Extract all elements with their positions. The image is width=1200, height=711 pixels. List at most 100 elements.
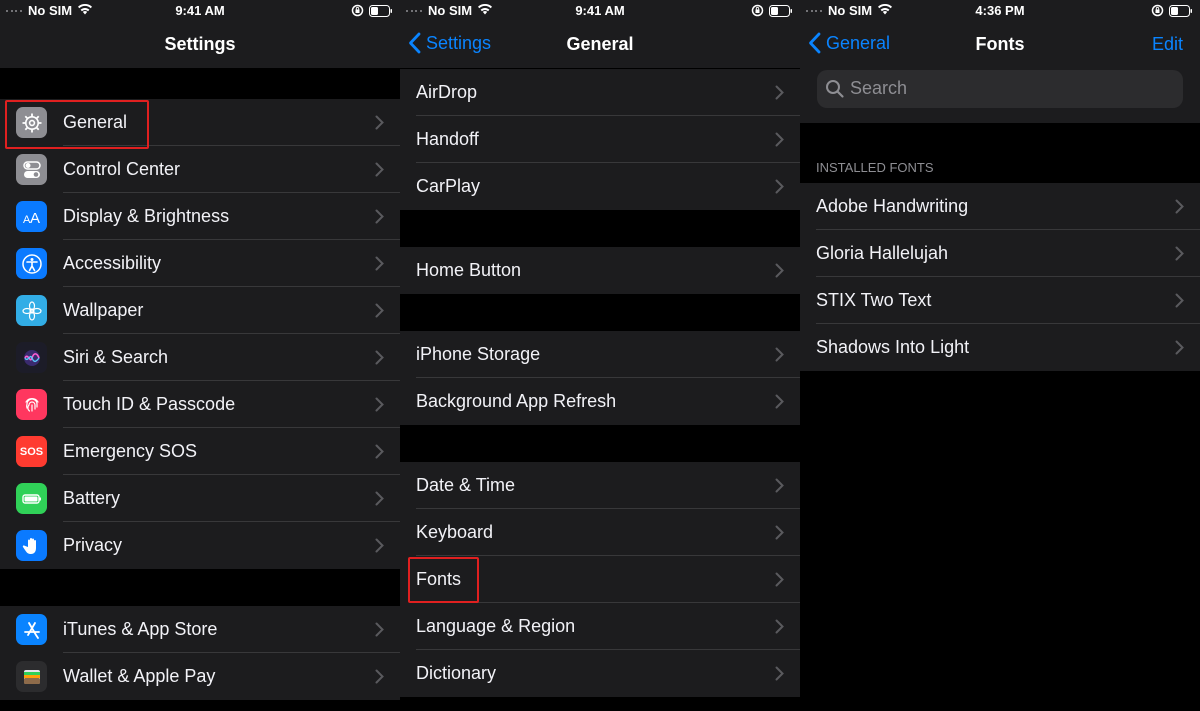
row-label: Handoff xyxy=(416,129,479,149)
font-name: Gloria Hallelujah xyxy=(816,243,949,263)
row-label: Battery xyxy=(63,488,121,508)
settings-row-control-center[interactable]: Control Center xyxy=(0,146,400,193)
chevron-right-icon xyxy=(375,209,384,224)
edit-button[interactable]: Edit xyxy=(1152,34,1183,55)
row-label: Touch ID & Passcode xyxy=(63,394,236,414)
row-label: Wallpaper xyxy=(63,300,144,320)
settings-group-main: General Control Center AA Display & Brig… xyxy=(0,99,400,569)
sos-icon: SOS xyxy=(16,436,47,467)
settings-row-wallet[interactable]: Wallet & Apple Pay xyxy=(0,653,400,700)
chevron-right-icon xyxy=(775,85,784,100)
fonts-screen: No SIM 4:36 PM General Fonts Edit Search… xyxy=(800,0,1200,711)
font-name: Adobe Handwriting xyxy=(816,196,969,216)
font-row[interactable]: Adobe Handwriting xyxy=(800,183,1200,230)
settings-row-battery[interactable]: Battery xyxy=(0,475,400,522)
settings-screen: No SIM 9:41 AM Settings General Control … xyxy=(0,0,400,711)
status-bar: No SIM 9:41 AM xyxy=(0,3,400,21)
search-input[interactable]: Search xyxy=(817,70,1183,108)
row-label: iPhone Storage xyxy=(416,344,541,364)
general-row-home-button[interactable]: Home Button xyxy=(400,247,800,294)
general-row-handoff[interactable]: Handoff xyxy=(400,116,800,163)
font-row[interactable]: Gloria Hallelujah xyxy=(800,230,1200,277)
font-row[interactable]: STIX Two Text xyxy=(800,277,1200,324)
settings-row-emergency-sos[interactable]: SOS Emergency SOS xyxy=(0,428,400,475)
row-label: Privacy xyxy=(63,535,123,555)
row-label: Control Center xyxy=(63,159,181,179)
battery-status-icon xyxy=(369,5,392,17)
chevron-right-icon xyxy=(375,491,384,506)
general-row-iphone-storage[interactable]: iPhone Storage xyxy=(400,331,800,378)
general-row-language-region[interactable]: Language & Region xyxy=(400,603,800,650)
chevron-right-icon xyxy=(375,538,384,553)
status-time: 9:41 AM xyxy=(175,3,225,18)
general-row-dictionary[interactable]: Dictionary xyxy=(400,650,800,697)
accessibility-icon xyxy=(16,248,47,279)
general-group-storage: iPhone Storage Background App Refresh xyxy=(400,331,800,425)
general-group-sharing: AirDrop Handoff CarPlay xyxy=(400,69,800,210)
rotation-lock-icon xyxy=(751,4,764,17)
general-row-background-refresh[interactable]: Background App Refresh xyxy=(400,378,800,425)
highlight-box-general xyxy=(5,100,149,149)
row-label: Emergency SOS xyxy=(63,441,198,461)
settings-row-siri-search[interactable]: Siri & Search xyxy=(0,334,400,381)
row-label: Accessibility xyxy=(63,253,162,273)
chevron-right-icon xyxy=(375,622,384,637)
settings-row-accessibility[interactable]: Accessibility xyxy=(0,240,400,287)
siri-icon xyxy=(16,342,47,373)
settings-row-itunes-app-store[interactable]: iTunes & App Store xyxy=(0,606,400,653)
chevron-right-icon xyxy=(375,303,384,318)
installed-fonts-list: Adobe Handwriting Gloria Hallelujah STIX… xyxy=(800,183,1200,371)
sos-badge-text: SOS xyxy=(19,445,44,458)
status-bar: No SIM 4:36 PM xyxy=(800,3,1200,21)
settings-row-privacy[interactable]: Privacy xyxy=(0,522,400,569)
chevron-right-icon xyxy=(375,350,384,365)
row-label: Wallet & Apple Pay xyxy=(63,666,216,686)
general-group-home: Home Button xyxy=(400,247,800,294)
row-label: Dictionary xyxy=(416,663,497,683)
chevron-right-icon xyxy=(1175,246,1184,261)
settings-row-touch-id[interactable]: Touch ID & Passcode xyxy=(0,381,400,428)
status-time: 9:41 AM xyxy=(575,3,625,18)
fingerprint-icon xyxy=(16,389,47,420)
hand-icon xyxy=(16,530,47,561)
chevron-right-icon xyxy=(775,478,784,493)
general-row-carplay[interactable]: CarPlay xyxy=(400,163,800,210)
general-screen: No SIM 9:41 AM Settings General AirDrop … xyxy=(400,0,800,711)
chevron-right-icon xyxy=(1175,293,1184,308)
row-label: iTunes & App Store xyxy=(63,619,218,639)
battery-status-icon xyxy=(1169,5,1192,17)
settings-row-display-brightness[interactable]: AA Display & Brightness xyxy=(0,193,400,240)
page-title: Fonts xyxy=(975,34,1025,54)
chevron-right-icon xyxy=(375,162,384,177)
row-label: CarPlay xyxy=(416,176,481,196)
row-label: Display & Brightness xyxy=(63,206,230,226)
row-label: AirDrop xyxy=(416,82,478,102)
search-placeholder: Search xyxy=(850,78,908,98)
chevron-right-icon xyxy=(775,132,784,147)
font-row[interactable]: Shadows Into Light xyxy=(800,324,1200,371)
svg-text:A: A xyxy=(30,210,40,227)
chevron-right-icon xyxy=(775,263,784,278)
general-row-date-time[interactable]: Date & Time xyxy=(400,462,800,509)
chevron-right-icon xyxy=(1175,340,1184,355)
app-store-icon xyxy=(16,614,47,645)
rotation-lock-icon xyxy=(1151,4,1164,17)
flower-icon xyxy=(16,295,47,326)
chevron-right-icon xyxy=(375,397,384,412)
section-header: INSTALLED FONTS xyxy=(816,160,934,175)
row-label: Keyboard xyxy=(416,522,494,542)
settings-group-stores: iTunes & App Store Wallet & Apple Pay xyxy=(0,606,400,700)
general-row-keyboard[interactable]: Keyboard xyxy=(400,509,800,556)
chevron-right-icon xyxy=(375,444,384,459)
chevron-right-icon xyxy=(775,179,784,194)
row-label: Background App Refresh xyxy=(416,391,617,411)
row-label: Date & Time xyxy=(416,475,516,495)
chevron-right-icon xyxy=(775,394,784,409)
settings-row-wallpaper[interactable]: Wallpaper xyxy=(0,287,400,334)
rotation-lock-icon xyxy=(351,4,364,17)
chevron-right-icon xyxy=(1175,199,1184,214)
row-label: Home Button xyxy=(416,260,522,280)
general-row-airdrop[interactable]: AirDrop xyxy=(400,69,800,116)
search-icon xyxy=(826,80,844,98)
row-label: Siri & Search xyxy=(63,347,169,367)
